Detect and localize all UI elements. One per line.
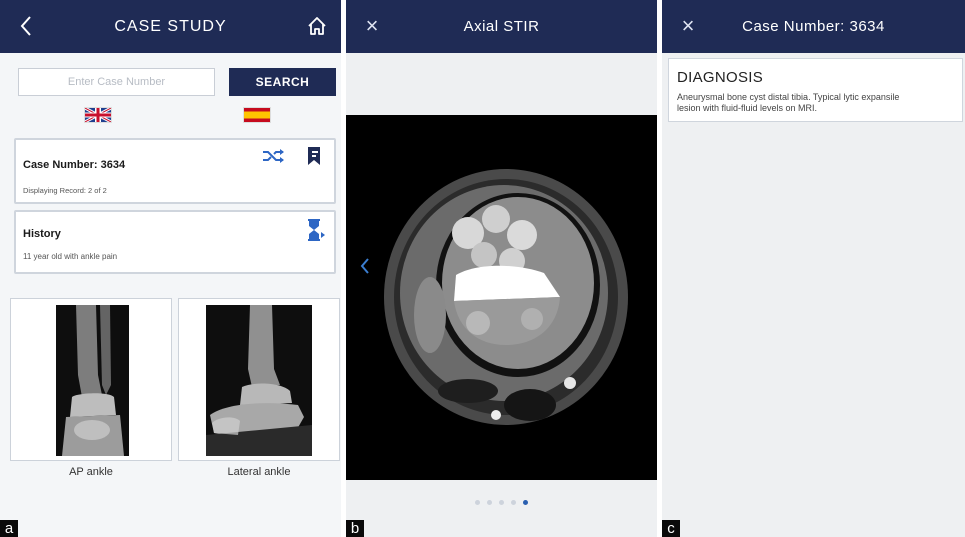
record-counter: Displaying Record: 2 of 2 [23,186,107,195]
case-study-screen: CASE STUDY SEARCH Case Number: 3634 Disp [0,0,341,537]
case-number-title: Case Number: 3634 [23,159,126,171]
chevron-left-icon [360,258,369,274]
spain-flag-icon[interactable] [243,107,271,123]
lateral-ankle-label: Lateral ankle [227,466,291,478]
ap-ankle-label: AP ankle [69,466,113,478]
home-button[interactable] [303,12,331,40]
page-dot-active[interactable] [523,500,528,505]
history-title: History [23,228,61,240]
history-text: 11 year old with ankle pain [23,252,118,261]
back-button[interactable] [12,12,40,40]
diagnosis-card: DIAGNOSIS Aneurysmal bone cyst distal ti… [668,58,963,122]
page-dot[interactable] [487,500,492,505]
timer-icon[interactable] [306,218,326,247]
search-row: SEARCH [18,68,336,96]
page-dot[interactable] [475,500,480,505]
mri-image[interactable] [346,115,657,480]
page-title: CASE STUDY [114,17,227,35]
home-icon [308,17,326,35]
page-dot[interactable] [499,500,504,505]
panel-label-a: a [0,520,18,537]
ap-ankle-xray-image [56,305,129,456]
close-button[interactable]: × [358,12,386,40]
panel-label-c: c [662,520,680,537]
diagnosis-heading: DIAGNOSIS [677,69,764,86]
page-dot[interactable] [511,500,516,505]
lateral-ankle-xray-image [206,305,312,456]
navbar: × Case Number: 3634 [662,0,965,53]
lateral-ankle-thumbnail[interactable] [178,298,340,461]
diagnosis-text: Aneurysmal bone cyst distal tibia. Typic… [677,92,900,113]
ap-ankle-thumbnail[interactable] [10,298,172,461]
bookmark-icon[interactable] [306,146,322,171]
navbar: × Axial STIR [346,0,657,53]
case-number-card: Case Number: 3634 Displaying Record: 2 o… [14,138,336,204]
close-button[interactable]: × [674,12,702,40]
close-icon: × [681,13,695,38]
image-gallery: AP ankle Lateral ankle [10,298,341,488]
search-button[interactable]: SEARCH [229,68,336,96]
image-title: Axial STIR [463,18,540,35]
case-number-input[interactable] [18,68,215,96]
close-icon: × [365,13,379,38]
shuffle-icon[interactable] [262,148,286,169]
case-title: Case Number: 3634 [742,18,885,35]
history-card: History 11 year old with ankle pain [14,210,336,274]
uk-flag-icon[interactable] [84,107,112,123]
navbar: CASE STUDY [0,0,341,53]
image-viewer-screen: × Axial STIR b [346,0,657,537]
previous-image-button[interactable] [360,257,374,277]
chevron-left-icon [20,16,31,36]
diagnosis-screen: × Case Number: 3634 DIAGNOSIS Aneurysmal… [662,0,965,537]
panel-label-b: b [346,520,364,537]
page-indicator [346,500,657,505]
